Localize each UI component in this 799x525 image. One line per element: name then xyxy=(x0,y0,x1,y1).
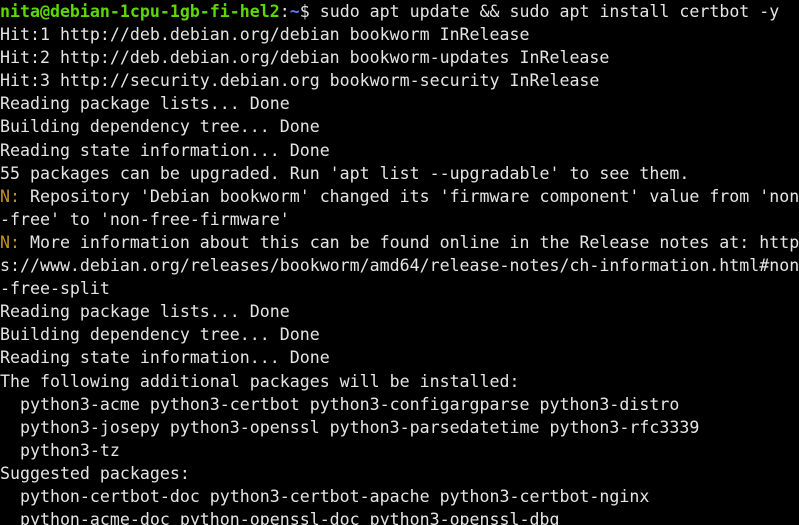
output-line: Suggested packages: xyxy=(0,463,190,483)
output-line: -free-split xyxy=(0,279,110,299)
notice-prefix: N: xyxy=(0,186,20,206)
output-line: s://www.debian.org/releases/bookworm/amd… xyxy=(0,256,799,276)
notice-text: Repository 'Debian bookworm' changed its… xyxy=(19,186,799,206)
output-line: Building dependency tree... Done xyxy=(0,117,320,137)
output-line: Hit:3 http://security.debian.org bookwor… xyxy=(0,71,600,91)
output-line: python-certbot-doc python3-certbot-apach… xyxy=(0,486,650,506)
notice-prefix: N: xyxy=(0,232,20,252)
command-prompt-line: nita@debian-1cpu-1gb-fi-hel2:~$ sudo apt… xyxy=(0,0,799,23)
output-line: Reading package lists... Done xyxy=(0,302,290,322)
output-line: Building dependency tree... Done xyxy=(0,325,320,345)
output-line: 55 packages can be upgraded. Run 'apt li… xyxy=(0,163,690,183)
notice-line: N: More information about this can be fo… xyxy=(0,231,799,254)
output-line: python3-tz xyxy=(0,440,120,460)
notice-line: N: Repository 'Debian bookworm' changed … xyxy=(0,185,799,208)
prompt-path: ~ xyxy=(289,2,300,21)
output-line: python3-josepy python3-openssl python3-p… xyxy=(0,417,700,437)
prompt-colon: : xyxy=(279,2,290,21)
output-line: Reading package lists... Done xyxy=(0,94,290,114)
output-line: python-acme-doc python-openssl-doc pytho… xyxy=(0,510,560,525)
notice-text: More information about this can be found… xyxy=(19,232,799,252)
prompt-user-host: nita@debian-1cpu-1gb-fi-hel2 xyxy=(0,2,280,21)
output-line: -free' to 'non-free-firmware' xyxy=(0,209,290,229)
output-line: Reading state information... Done xyxy=(0,140,330,160)
output-line: The following additional packages will b… xyxy=(0,371,520,391)
output-line: Hit:2 http://deb.debian.org/debian bookw… xyxy=(0,48,610,68)
output-line: Reading state information... Done xyxy=(0,348,330,368)
command-text: sudo apt update && sudo apt install cert… xyxy=(319,2,780,21)
output-line: python3-acme python3-certbot python3-con… xyxy=(0,394,680,414)
terminal-window[interactable]: nita@debian-1cpu-1gb-fi-hel2:~$ sudo apt… xyxy=(0,0,799,525)
output-line: Hit:1 http://deb.debian.org/debian bookw… xyxy=(0,25,530,45)
prompt-symbol: $ xyxy=(299,2,320,21)
